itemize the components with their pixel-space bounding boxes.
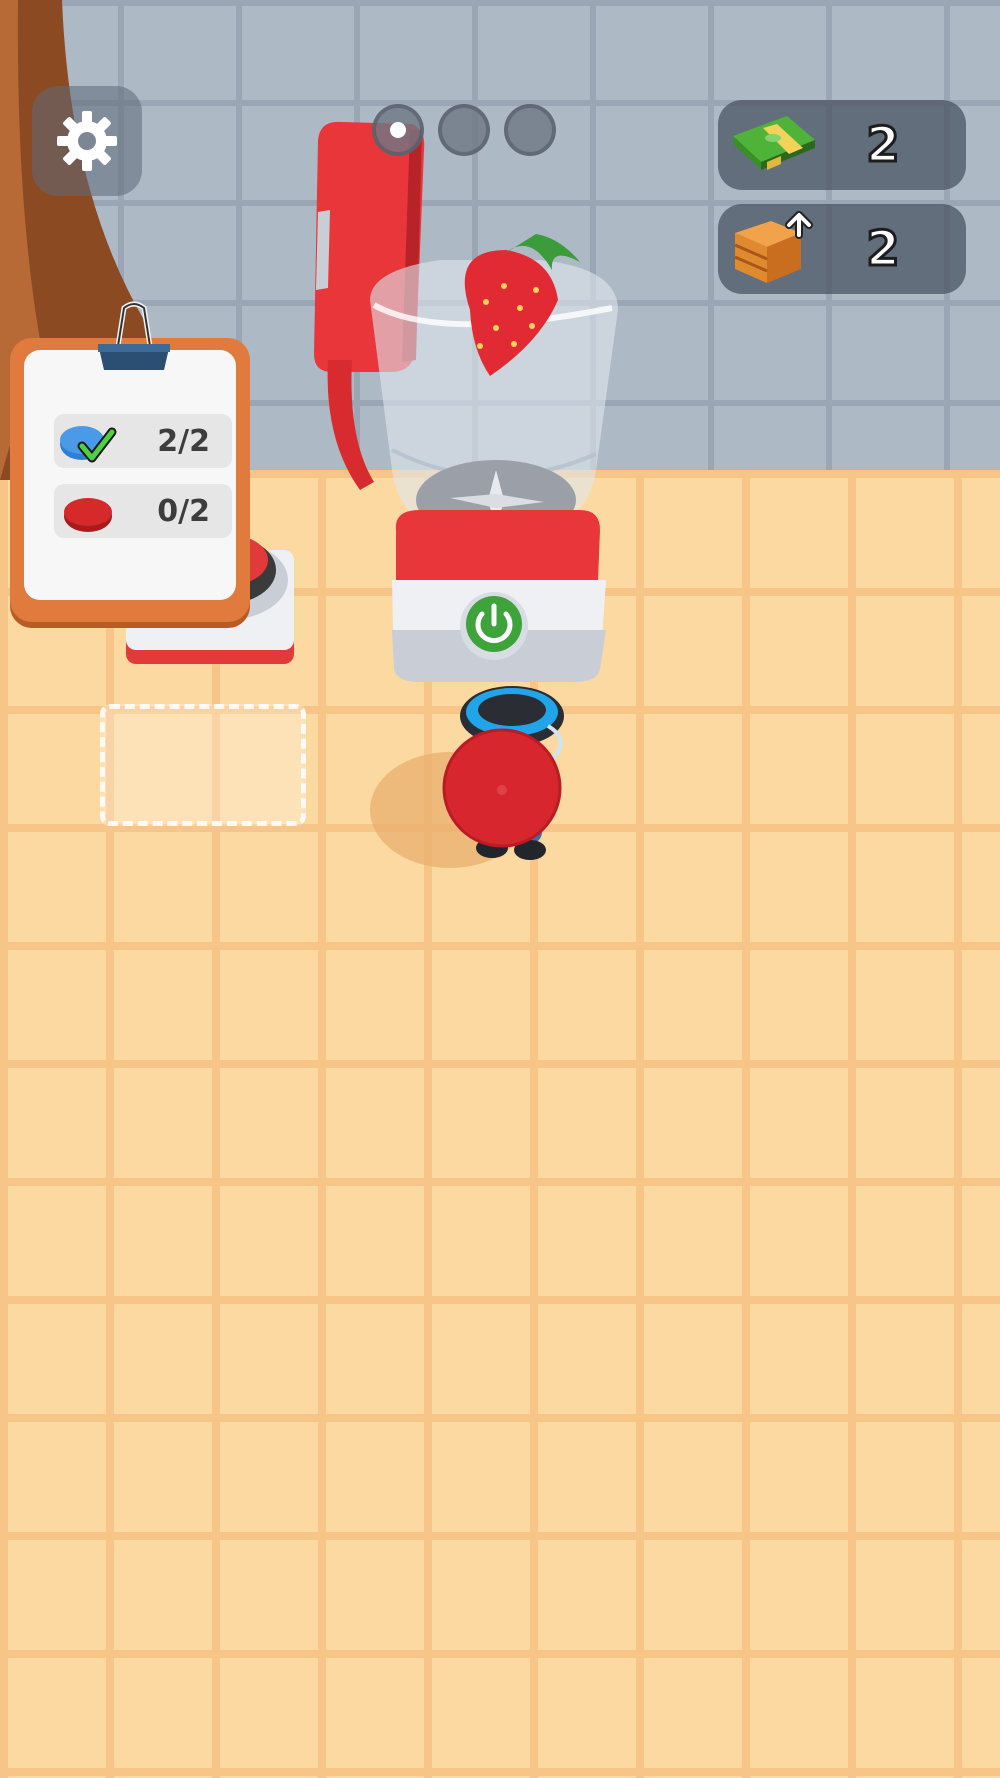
power-button[interactable] xyxy=(460,592,528,660)
drop-zone[interactable] xyxy=(100,704,306,826)
crate-value: 2 xyxy=(865,220,901,279)
game-scene[interactable]: 2/2 0/2 2 2 xyxy=(0,0,1000,1778)
binder-clip-icon xyxy=(98,301,170,370)
order-item-blue: 2/2 xyxy=(54,414,232,468)
cash-counter: 2 xyxy=(718,100,966,190)
blue-disc-check-icon xyxy=(60,426,117,463)
level-progress-dot-1 xyxy=(372,104,424,156)
level-progress-dot-2 xyxy=(438,104,490,156)
crate-upgrade-icon xyxy=(734,211,813,283)
order-item-blue-progress: 2/2 xyxy=(157,423,210,459)
settings-button[interactable] xyxy=(32,86,142,196)
order-item-red-progress: 0/2 xyxy=(157,493,210,529)
cash-stack-icon xyxy=(733,116,815,170)
level-progress-dot-3 xyxy=(504,104,556,156)
crate-counter: 2 xyxy=(718,204,966,294)
order-item-red: 0/2 xyxy=(54,484,232,538)
level-progress xyxy=(372,104,556,156)
blender[interactable] xyxy=(300,110,640,690)
red-disc-icon xyxy=(64,498,112,532)
order-board-paper: 2/2 0/2 xyxy=(24,350,236,600)
player-character[interactable] xyxy=(430,680,590,870)
gear-icon xyxy=(57,111,117,171)
order-board: 2/2 0/2 xyxy=(10,301,250,622)
cash-value: 2 xyxy=(865,116,901,175)
